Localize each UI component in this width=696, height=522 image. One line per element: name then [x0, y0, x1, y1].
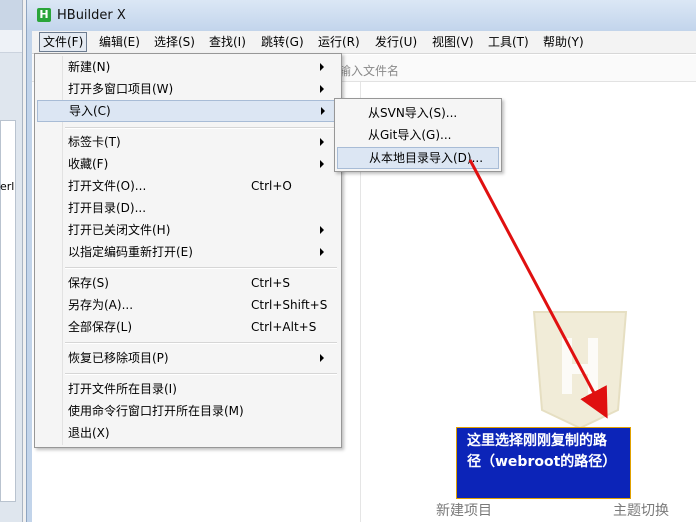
submenu-arrow-icon [320, 226, 324, 234]
menu-item-exit[interactable]: 退出(X) [35, 423, 341, 443]
background-window: erl [0, 0, 23, 522]
menu-item-save-as[interactable]: 另存为(A)... Ctrl+Shift+S [35, 295, 341, 315]
submenu-arrow-icon [320, 138, 324, 146]
background-window-titlebar [0, 0, 22, 30]
submenu-arrow-icon [320, 85, 324, 93]
menu-item-label: 打开文件(O)... [68, 179, 147, 193]
submenu-arrow-icon [320, 63, 324, 71]
menu-item-save-all[interactable]: 全部保存(L) Ctrl+Alt+S [35, 317, 341, 337]
menu-select[interactable]: 选择(S) [150, 33, 199, 51]
menu-item-label: 退出(X) [68, 426, 110, 440]
menu-item-label: 打开已关闭文件(H) [68, 223, 171, 237]
annotation-note: 这里选择刚刚复制的路径（webroot的路径） [456, 427, 631, 499]
menu-item-reopen-with-encoding[interactable]: 以指定编码重新打开(E) [35, 242, 341, 262]
import-submenu: 从SVN导入(S)... 从Git导入(G)... 从本地目录导入(D)... [334, 98, 502, 172]
menu-item-shortcut: Ctrl+Shift+S [251, 298, 328, 312]
file-menu-dropdown: 新建(N) 打开多窗口项目(W) 导入(C) 标签卡(T) 收藏(F) 打开文件… [34, 53, 342, 448]
menu-item-label: 保存(S) [68, 276, 109, 290]
menu-item-shortcut: Ctrl+O [251, 179, 292, 193]
title-bar: H HBuilder X [27, 0, 696, 30]
menu-item-label: 打开多窗口项目(W) [68, 82, 174, 96]
menu-item-label: 打开目录(D)... [68, 201, 147, 215]
menu-item-open-containing-folder[interactable]: 打开文件所在目录(I) [35, 379, 341, 399]
menu-separator [65, 342, 337, 344]
window-title: HBuilder X [57, 8, 126, 23]
menu-find[interactable]: 查找(I) [205, 33, 250, 51]
submenu-arrow-icon [320, 354, 324, 362]
menu-item-label: 全部保存(L) [68, 320, 133, 334]
hbuilder-logo-icon: H [37, 8, 51, 22]
menu-item-import[interactable]: 导入(C) [37, 100, 339, 122]
menu-view[interactable]: 视图(V) [428, 33, 478, 51]
menu-item-restore-removed-project[interactable]: 恢复已移除项目(P) [35, 348, 341, 368]
menu-item-label: 新建(N) [68, 60, 111, 74]
menu-item-open-directory[interactable]: 打开目录(D)... [35, 198, 341, 218]
menu-item-label: 使用命令行窗口打开所在目录(M) [68, 404, 244, 418]
menu-item-open-in-terminal[interactable]: 使用命令行窗口打开所在目录(M) [35, 401, 341, 421]
submenu-item-label: 从本地目录导入(D)... [369, 151, 484, 165]
menu-item-label: 打开文件所在目录(I) [68, 382, 177, 396]
submenu-arrow-icon [320, 248, 324, 256]
menu-item-save[interactable]: 保存(S) Ctrl+S [35, 273, 341, 293]
menu-tools[interactable]: 工具(T) [484, 33, 533, 51]
hbuilder-watermark-icon [532, 311, 628, 430]
menu-publish[interactable]: 发行(U) [371, 33, 421, 51]
menu-run[interactable]: 运行(R) [314, 33, 364, 51]
background-window-toolbar [0, 30, 22, 53]
submenu-item-label: 从Git导入(G)... [368, 128, 452, 142]
background-panel [0, 120, 16, 502]
menu-help[interactable]: 帮助(Y) [539, 33, 588, 51]
submenu-arrow-icon [321, 107, 325, 115]
submenu-item-import-local-directory[interactable]: 从本地目录导入(D)... [337, 147, 499, 169]
submenu-item-label: 从SVN导入(S)... [368, 106, 458, 120]
background-text-fragment: erl [0, 180, 15, 193]
menu-item-label: 恢复已移除项目(P) [68, 351, 169, 365]
menu-edit[interactable]: 编辑(E) [95, 33, 144, 51]
menu-item-tabs[interactable]: 标签卡(T) [35, 132, 341, 152]
menu-item-open-file[interactable]: 打开文件(O)... Ctrl+O [35, 176, 341, 196]
submenu-arrow-icon [320, 160, 324, 168]
menu-item-open-closed-file[interactable]: 打开已关闭文件(H) [35, 220, 341, 240]
submenu-item-import-git[interactable]: 从Git导入(G)... [335, 125, 501, 145]
new-project-link[interactable]: 新建项目 [436, 500, 492, 520]
menu-bar: 文件(F) 编辑(E) 选择(S) 查找(I) 跳转(G) 运行(R) 发行(U… [32, 31, 696, 54]
menu-item-favorites[interactable]: 收藏(F) [35, 154, 341, 174]
menu-item-shortcut: Ctrl+S [251, 276, 291, 290]
menu-separator [65, 373, 337, 375]
menu-file[interactable]: 文件(F) [39, 32, 88, 52]
menu-separator [65, 267, 337, 269]
menu-item-new[interactable]: 新建(N) [35, 57, 341, 77]
menu-separator [65, 127, 337, 129]
theme-switch-link[interactable]: 主题切换 [613, 500, 669, 520]
menu-item-shortcut: Ctrl+Alt+S [251, 320, 317, 334]
menu-item-label: 另存为(A)... [68, 298, 134, 312]
search-input-placeholder[interactable]: 输入文件名 [339, 62, 399, 79]
menu-item-label: 导入(C) [69, 104, 111, 118]
menu-item-label: 以指定编码重新打开(E) [68, 245, 193, 259]
menu-item-label: 收藏(F) [68, 157, 109, 171]
menu-item-label: 标签卡(T) [68, 135, 121, 149]
menu-goto[interactable]: 跳转(G) [257, 33, 308, 51]
submenu-item-import-svn[interactable]: 从SVN导入(S)... [335, 103, 501, 123]
menu-item-open-multi-window[interactable]: 打开多窗口项目(W) [35, 79, 341, 99]
